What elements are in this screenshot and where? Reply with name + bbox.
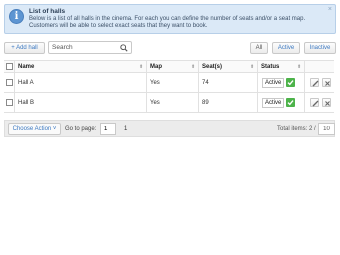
column-map[interactable]: Map: [150, 61, 162, 72]
sort-icon[interactable]: ⬍: [139, 64, 143, 70]
status-toggle[interactable]: Active: [262, 73, 296, 92]
filter-active-button[interactable]: Active: [272, 42, 300, 54]
page: i List of halls Below is a list of all h…: [0, 0, 340, 255]
items-per-page-input[interactable]: [318, 123, 335, 135]
filter-all-button[interactable]: All: [250, 42, 268, 54]
check-icon[interactable]: [286, 78, 296, 87]
hall-name: Hall A: [18, 79, 34, 86]
page-number-input[interactable]: [100, 123, 116, 135]
filter-inactive-button[interactable]: Inactive: [304, 42, 336, 54]
info-title: List of halls: [29, 8, 66, 15]
delete-icon[interactable]: [322, 98, 331, 107]
hall-map: Yes: [150, 79, 160, 86]
hall-name: Hall B: [18, 99, 35, 106]
column-status[interactable]: Status: [261, 61, 279, 72]
status-label: Active: [262, 97, 285, 108]
check-icon[interactable]: [286, 98, 296, 107]
column-seats[interactable]: Seat(s): [202, 61, 222, 72]
select-all-checkbox[interactable]: [6, 63, 13, 70]
status-toggle[interactable]: Active: [262, 93, 296, 112]
column-name[interactable]: Name: [18, 61, 34, 72]
info-icon: i: [9, 9, 24, 24]
choose-action-dropdown[interactable]: Choose Action ˅: [8, 123, 61, 135]
status-label: Active: [262, 77, 285, 88]
info-text: Below is a list of all halls in the cine…: [29, 16, 306, 29]
table-footer: Choose Action ˅ Go to page: 1 Total item…: [4, 120, 335, 137]
table-row: Hall B Yes 89 Active: [4, 93, 334, 113]
sort-icon[interactable]: ⬍: [191, 64, 195, 70]
sort-icon[interactable]: ⬍: [250, 64, 254, 70]
search-icon[interactable]: [120, 44, 128, 52]
table-row: Hall A Yes 74 Active: [4, 73, 334, 93]
hall-map: Yes: [150, 99, 160, 106]
hall-seats: 74: [202, 79, 209, 86]
goto-page-label: Go to page:: [65, 126, 97, 132]
row-checkbox[interactable]: [6, 99, 13, 106]
edit-icon[interactable]: [310, 78, 319, 87]
add-hall-button[interactable]: + Add hall: [4, 42, 45, 54]
page-link[interactable]: 1: [124, 126, 127, 132]
close-icon[interactable]: ×: [328, 6, 332, 13]
edit-icon[interactable]: [310, 98, 319, 107]
info-notice: i List of halls Below is a list of all h…: [4, 4, 336, 34]
delete-icon[interactable]: [322, 78, 331, 87]
sort-icon[interactable]: ⬍: [297, 64, 301, 70]
total-items-label: Total items: 2 /: [277, 126, 316, 132]
hall-seats: 89: [202, 99, 209, 106]
table-header: Name ⬍ Map ⬍ Seat(s) ⬍ Status ⬍: [4, 60, 334, 73]
row-checkbox[interactable]: [6, 79, 13, 86]
halls-table: Name ⬍ Map ⬍ Seat(s) ⬍ Status ⬍ Hall A Y…: [4, 60, 334, 113]
